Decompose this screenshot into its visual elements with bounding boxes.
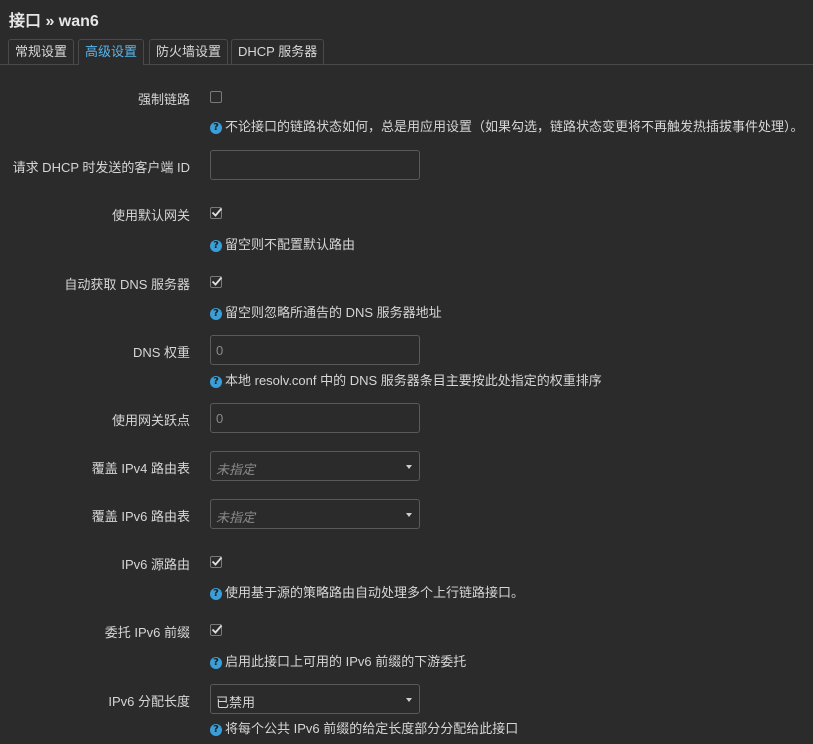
checkmark-icon <box>211 624 223 634</box>
caret-down-icon <box>406 513 412 517</box>
checkmark-icon <box>211 556 223 566</box>
delegate-checkbox[interactable] <box>210 624 223 636</box>
ip6assign-help: ? 将每个公共 IPv6 前缀的给定长度部分分配给此接口 <box>210 718 518 737</box>
help-icon: ? <box>210 588 222 600</box>
page-title: 接口 » wan6 <box>9 13 99 30</box>
ip6assign-help-text: 将每个公共 IPv6 前缀的给定长度部分分配给此接口 <box>225 721 519 736</box>
peer-dns-label: 自动获取 DNS 服务器 <box>64 277 190 292</box>
source-routing-help-text: 使用基于源的策略路由自动处理多个上行链路接口。 <box>225 585 525 600</box>
ipv6-table-select[interactable]: 未指定 <box>210 499 420 529</box>
peer-dns-help-text: 留空则忽略所通告的 DNS 服务器地址 <box>225 305 442 320</box>
checkmark-icon <box>211 207 223 217</box>
force-link-help-text: 不论接口的链路状态如何，总是用应用设置（如果勾选，链路状态变更将不再触发热插拔事… <box>225 119 804 134</box>
force-link-help: ? 不论接口的链路状态如何，总是用应用设置（如果勾选，链路状态变更将不再触发热插拔… <box>210 116 804 135</box>
help-icon: ? <box>210 724 222 736</box>
dns-weight-label: DNS 权重 <box>132 345 190 360</box>
force-link-label: 强制链路 <box>137 92 190 107</box>
source-routing-label: IPv6 源路由 <box>121 557 190 572</box>
tab-advanced[interactable]: 高级设置 <box>78 39 145 65</box>
help-icon: ? <box>210 657 222 669</box>
tab-bar: 常规设置 高级设置 防火墙设置 DHCP 服务器 <box>0 39 813 65</box>
ip6assign-select[interactable]: 已禁用 <box>210 684 420 714</box>
ipv4-table-label: 覆盖 IPv4 路由表 <box>91 461 190 476</box>
delegate-help-text: 启用此接口上可用的 IPv6 前缀的下游委托 <box>225 654 467 669</box>
caret-down-icon <box>406 698 412 702</box>
force-link-checkbox[interactable] <box>210 91 222 103</box>
ipv6-table-label: 覆盖 IPv6 路由表 <box>91 509 190 524</box>
tab-firewall[interactable]: 防火墙设置 <box>149 39 229 64</box>
dns-weight-input[interactable] <box>210 335 420 365</box>
source-routing-help: ? 使用基于源的策略路由自动处理多个上行链路接口。 <box>210 582 524 601</box>
default-gateway-checkbox[interactable] <box>210 207 223 219</box>
peer-dns-checkbox[interactable] <box>210 276 223 288</box>
source-routing-checkbox[interactable] <box>210 556 223 568</box>
delegate-label: 委托 IPv6 前缀 <box>104 625 190 640</box>
ipv4-table-select[interactable]: 未指定 <box>210 451 420 481</box>
tab-dhcp-server[interactable]: DHCP 服务器 <box>231 39 325 64</box>
ipv6-table-value: 未指定 <box>216 510 256 525</box>
client-id-input[interactable] <box>210 150 420 180</box>
client-id-label: 请求 DHCP 时发送的客户端 ID <box>12 160 190 175</box>
ip6assign-value: 已禁用 <box>216 695 256 710</box>
default-gateway-label: 使用默认网关 <box>111 208 190 223</box>
default-gateway-help-text: 留空则不配置默认路由 <box>225 237 356 252</box>
delegate-help: ? 启用此接口上可用的 IPv6 前缀的下游委托 <box>210 651 466 670</box>
help-icon: ? <box>210 308 222 320</box>
dns-weight-help: ? 本地 resolv.conf 中的 DNS 服务器条目主要按此处指定的权重排序 <box>210 370 602 389</box>
tab-general[interactable]: 常规设置 <box>8 39 75 64</box>
help-icon: ? <box>210 122 222 134</box>
help-icon: ? <box>210 240 222 252</box>
dns-weight-help-text: 本地 resolv.conf 中的 DNS 服务器条目主要按此处指定的权重排序 <box>225 373 602 388</box>
ip6assign-label: IPv6 分配长度 <box>108 694 190 709</box>
ipv4-table-value: 未指定 <box>216 462 256 477</box>
default-gateway-help: ? 留空则不配置默认路由 <box>210 234 355 253</box>
gateway-metric-input[interactable] <box>210 403 420 433</box>
help-icon: ? <box>210 376 222 388</box>
gateway-metric-label: 使用网关跃点 <box>111 413 190 428</box>
caret-down-icon <box>406 465 412 469</box>
checkmark-icon <box>211 276 223 286</box>
peer-dns-help: ? 留空则忽略所通告的 DNS 服务器地址 <box>210 302 442 321</box>
